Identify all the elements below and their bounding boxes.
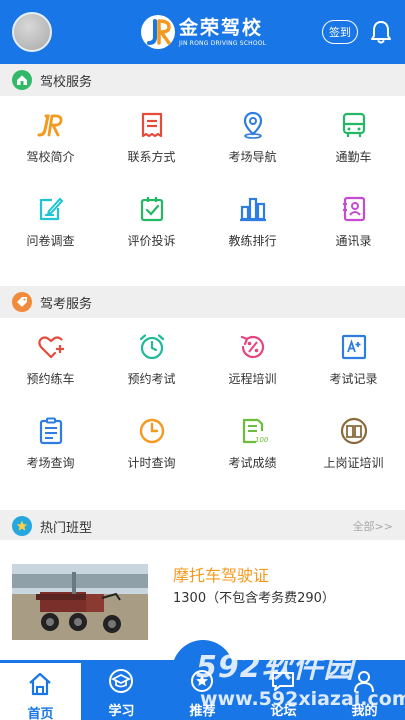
heart-plus-icon [38, 336, 64, 359]
section-header-exam-services: 驾考服务 [0, 286, 405, 318]
school-services-grid: 驾校简介 联系方式 考场导航 通勤车 问卷调查 评价投诉 教练排行 通讯录 [0, 96, 405, 262]
tab-home[interactable]: 首页 [0, 660, 81, 720]
service-exam-navigation[interactable]: 考场导航 [202, 96, 303, 178]
service-feedback[interactable]: 评价投诉 [101, 180, 202, 262]
service-label: 上岗证培训 [323, 456, 384, 470]
jr-logo-icon [37, 114, 63, 137]
feedback-check-icon [140, 197, 164, 222]
service-coach-ranking[interactable]: 教练排行 [202, 180, 303, 262]
contact-card-icon [141, 112, 163, 138]
service-label: 联系方式 [127, 150, 176, 164]
service-label: 问卷调查 [26, 234, 75, 248]
service-book-practice[interactable]: 预约练车 [0, 318, 101, 400]
exam-services-grid: 预约练车 预约考试 远程培训 考试记录 考场查询 计时查询 100 考试成绩 上… [0, 318, 405, 488]
service-label: 考试记录 [329, 372, 378, 386]
service-label: 考场导航 [228, 150, 277, 164]
tab-label: 推荐 [189, 704, 216, 719]
service-label: 考场查询 [26, 456, 75, 470]
service-exam-site-query[interactable]: 考场查询 [0, 402, 101, 484]
school-house-icon [12, 70, 32, 90]
address-book-icon [343, 196, 366, 222]
course-price: 1300（不包含考务费290） [173, 591, 335, 606]
bus-icon [342, 112, 366, 137]
graduation-cap-icon [109, 669, 133, 693]
tab-label: 首页 [27, 707, 54, 720]
percent-refresh-icon [240, 335, 265, 359]
service-timing-query[interactable]: 计时查询 [101, 402, 202, 484]
tab-recommend[interactable]: 推荐 [162, 660, 243, 720]
service-label: 驾校简介 [26, 150, 75, 164]
tab-forum[interactable]: 论坛 [243, 660, 324, 720]
jr-logo-icon [141, 15, 175, 49]
tab-mine[interactable]: 我的 [324, 660, 405, 720]
brand-name-cn: 金荣驾校 [179, 16, 264, 39]
service-book-exam[interactable]: 预约考试 [101, 318, 202, 400]
bell-icon[interactable] [369, 19, 393, 45]
service-remote-training[interactable]: 远程培训 [202, 318, 303, 400]
forum-icon [272, 672, 294, 691]
service-address-book[interactable]: 通讯录 [303, 180, 404, 262]
star-icon [12, 516, 32, 536]
certificate-book-icon [340, 417, 368, 445]
clipboard-list-icon [39, 417, 63, 445]
service-label: 预约练车 [26, 372, 75, 386]
brand-logo: 金荣驾校 JIN RONG DRIVING SCHOOL [141, 12, 266, 52]
svg-text:100: 100 [255, 436, 268, 444]
service-label: 评价投诉 [127, 234, 176, 248]
tab-label: 我的 [351, 704, 378, 719]
bottom-tab-bar: 首页 学习 推荐 论坛 我的 [0, 660, 405, 720]
service-exam-records[interactable]: 考试记录 [303, 318, 404, 400]
view-all-link[interactable]: 全部>> [353, 518, 393, 534]
course-title: 摩托车驾驶证 [173, 566, 270, 585]
section-title: 热门班型 [40, 520, 93, 536]
checkin-button[interactable]: 签到 [322, 20, 358, 44]
service-school-intro[interactable]: 驾校简介 [0, 96, 101, 178]
survey-edit-icon [39, 197, 64, 221]
service-label: 教练排行 [228, 234, 277, 248]
section-header-hot-courses: 热门班型 全部>> [0, 510, 405, 542]
clock-icon [139, 418, 165, 444]
service-shuttle-bus[interactable]: 通勤车 [303, 96, 404, 178]
alarm-clock-icon [139, 334, 165, 360]
location-pin-icon [243, 111, 263, 139]
service-label: 通勤车 [335, 150, 372, 164]
tab-study[interactable]: 学习 [81, 660, 162, 720]
service-label: 计时查询 [127, 456, 176, 470]
avatar[interactable] [12, 12, 52, 52]
service-survey[interactable]: 问卷调查 [0, 180, 101, 262]
tab-label: 论坛 [270, 704, 297, 719]
record-grade-icon [341, 334, 367, 360]
section-title: 驾校服务 [40, 74, 93, 90]
tab-label: 学习 [108, 704, 135, 719]
section-header-school-services: 驾校服务 [0, 64, 405, 96]
user-icon [354, 671, 374, 693]
ranking-bars-icon [240, 197, 266, 222]
app-header: 金荣驾校 JIN RONG DRIVING SCHOOL 签到 [0, 0, 405, 64]
brand-name-en: JIN RONG DRIVING SCHOOL [179, 39, 267, 47]
service-label: 远程培训 [228, 372, 277, 386]
service-contact[interactable]: 联系方式 [101, 96, 202, 178]
service-post-certificate-training[interactable]: 上岗证培训 [303, 402, 404, 484]
recommend-icon [191, 670, 213, 692]
service-label: 考试成绩 [228, 456, 277, 470]
score-sheet-icon: 100 [242, 418, 268, 444]
course-image-motorcycle [12, 564, 148, 640]
tag-icon [12, 292, 32, 312]
service-exam-scores[interactable]: 100 考试成绩 [202, 402, 303, 484]
home-icon [29, 672, 51, 696]
service-label: 预约考试 [127, 372, 176, 386]
section-title: 驾考服务 [40, 296, 93, 312]
service-label: 通讯录 [335, 234, 372, 248]
